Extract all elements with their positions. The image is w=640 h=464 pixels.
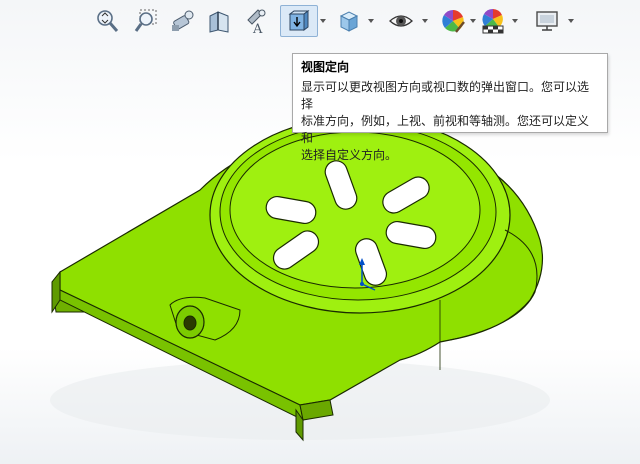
view-orientation-tooltip: 视图定向 显示可以更改视图方向或视口数的弹出窗口。您可以选择 标准方向，例如，上…	[292, 53, 608, 162]
tooltip-line: 选择自定义方向。	[301, 148, 398, 162]
tooltip-line: 标准方向，例如，上视、前视和等轴测。您还可以定义和	[301, 114, 590, 145]
tooltip-title: 视图定向	[301, 60, 350, 74]
tooltip-body: 显示可以更改视图方向或视口数的弹出窗口。您可以选择 标准方向，例如，上视、前视和…	[301, 79, 599, 164]
tooltip-line: 显示可以更改视图方向或视口数的弹出窗口。您可以选择	[301, 80, 590, 111]
boss-hole	[183, 315, 197, 331]
